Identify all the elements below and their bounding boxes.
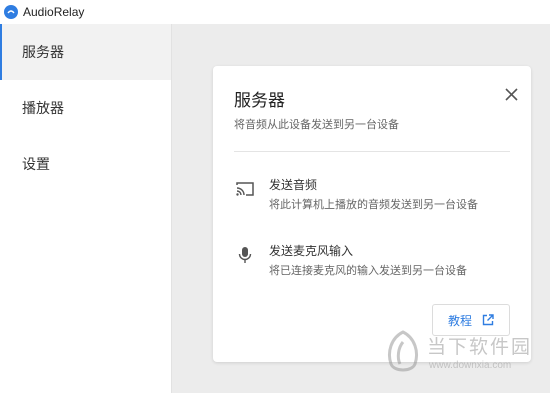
sidebar-item-label: 设置 bbox=[22, 157, 50, 173]
external-link-icon bbox=[482, 314, 494, 326]
send-audio-option[interactable]: 发送音频 将此计算机上播放的音频发送到另一台设备 bbox=[234, 176, 524, 216]
watermark: 当下软件园 www.downxia.com bbox=[383, 328, 548, 378]
tutorial-label: 教程 bbox=[447, 313, 472, 328]
send-mic-input-description: 将已连接麦克风的输入发送到另一台设备 bbox=[269, 264, 467, 277]
watermark-logo-icon bbox=[388, 330, 418, 372]
close-button[interactable] bbox=[499, 82, 523, 106]
microphone-icon bbox=[234, 246, 256, 264]
audiorelay-logo-icon bbox=[4, 5, 18, 19]
sidebar-item-settings[interactable]: 设置 bbox=[0, 136, 171, 192]
sidebar-item-player[interactable]: 播放器 bbox=[0, 80, 171, 136]
card-title: 服务器 bbox=[234, 91, 285, 111]
send-mic-input-option[interactable]: 发送麦克风输入 将已连接麦克风的输入发送到另一台设备 bbox=[234, 242, 524, 282]
watermark-url: www.downxia.com bbox=[429, 360, 512, 371]
send-audio-description: 将此计算机上播放的音频发送到另一台设备 bbox=[269, 198, 478, 211]
cast-icon bbox=[234, 180, 256, 198]
divider bbox=[234, 151, 510, 152]
title-bar: AudioRelay bbox=[0, 0, 550, 24]
sidebar-item-label: 播放器 bbox=[22, 101, 64, 117]
sidebar-item-label: 服务器 bbox=[22, 45, 64, 61]
watermark-name: 当下软件园 bbox=[427, 336, 533, 358]
server-card: 服务器 将音频从此设备发送到另一台设备 发送音频 将此计算机上播放的音频发送到另… bbox=[213, 66, 531, 362]
send-mic-input-title: 发送麦克风输入 bbox=[269, 244, 354, 258]
close-icon bbox=[504, 87, 518, 101]
sidebar: 服务器 播放器 设置 bbox=[0, 24, 172, 393]
app-title: AudioRelay bbox=[23, 5, 85, 19]
card-subtitle: 将音频从此设备发送到另一台设备 bbox=[234, 118, 399, 131]
send-audio-title: 发送音频 bbox=[269, 178, 318, 192]
sidebar-item-server[interactable]: 服务器 bbox=[0, 24, 171, 80]
